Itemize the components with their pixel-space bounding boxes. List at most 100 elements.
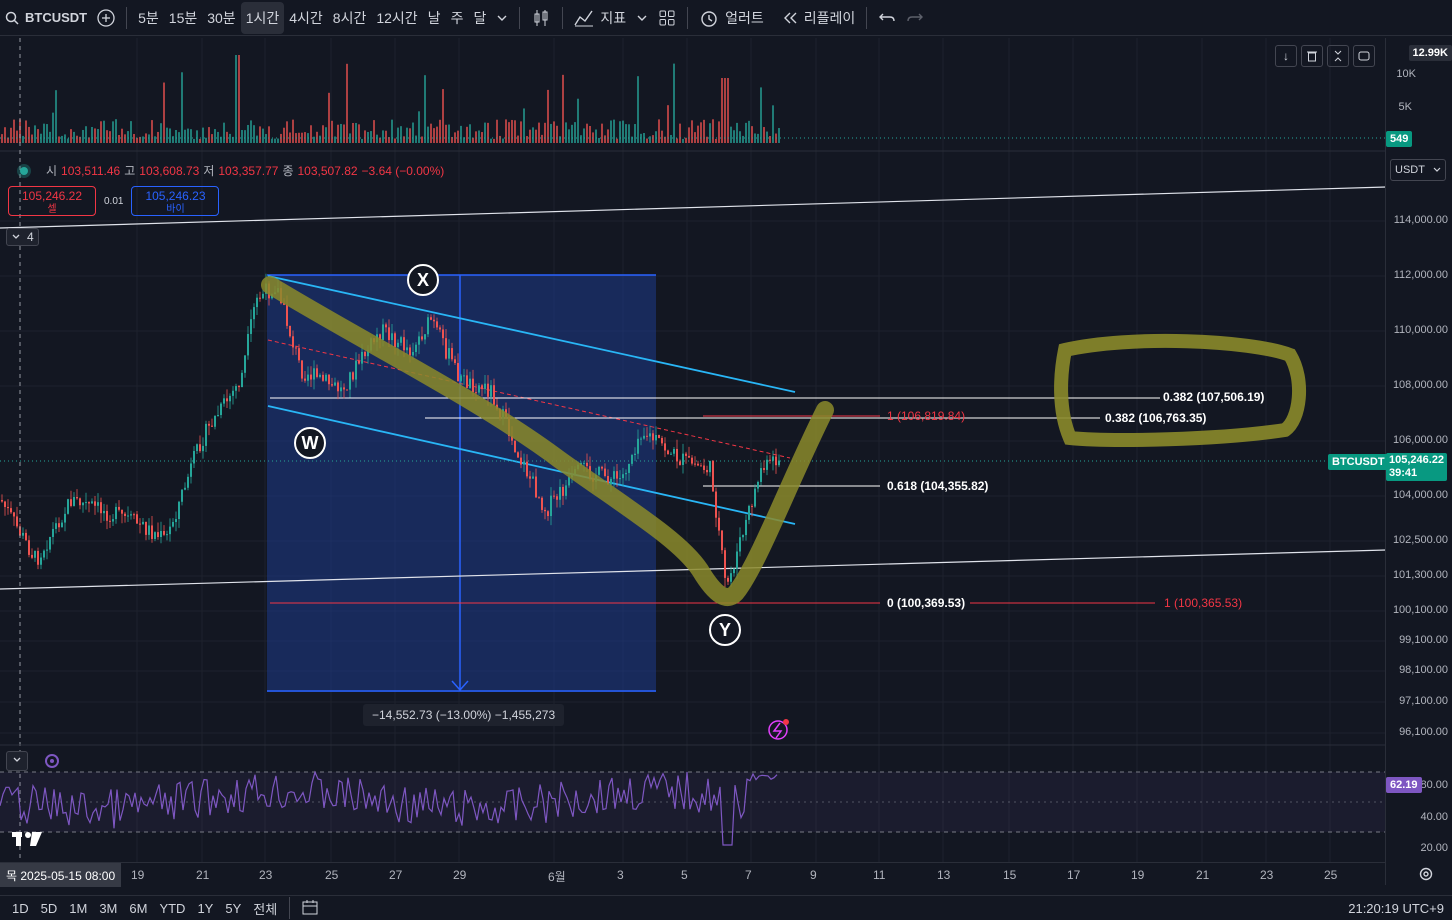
price-tick: 100,100.00	[1392, 604, 1448, 616]
time-tick: 7	[745, 868, 752, 882]
range-7[interactable]: 5Y	[219, 901, 247, 916]
high-label: 고	[124, 164, 136, 178]
top-toolbar: BTCUSDT 5분 15분 30분 1시간 4시간 8시간 12시간 날 주 달 지표	[0, 0, 1452, 36]
currency-label: USDT	[1395, 164, 1425, 176]
range-3[interactable]: 3M	[93, 901, 123, 916]
range-0[interactable]: 1D	[6, 901, 35, 916]
timeframe-9[interactable]: 달	[468, 0, 491, 36]
price-tick: 96,100.00	[1399, 726, 1448, 738]
indicators-icon	[574, 9, 594, 27]
low-label: 저	[203, 164, 215, 178]
price-tick: 98,100.00	[1399, 664, 1448, 676]
open-value: 103,511.46	[61, 163, 121, 178]
alert-button[interactable]: 얼러트	[694, 0, 769, 36]
low-value: 103,357.77	[218, 163, 279, 178]
redo-button[interactable]	[901, 0, 929, 36]
candles-icon	[531, 8, 551, 28]
undo-icon	[878, 11, 896, 25]
symbol-name: BTCUSDT	[25, 10, 88, 25]
measure-label: −14,552.73 (−13.00%) −1,455,273	[363, 704, 565, 726]
indicators-dropdown[interactable]	[631, 0, 653, 36]
time-axis[interactable]: 19 21 23 25 27 29 6월 3 5 7 9 11 13 15 17 19 21 23 25 목 202…	[0, 862, 1386, 888]
volume-max-tag: 12.99K	[1408, 45, 1452, 61]
divider	[562, 6, 564, 29]
range-8[interactable]: 전체	[247, 899, 283, 918]
fib-label-107506: 0.382 (107,506.19)	[1163, 390, 1265, 404]
open-label: 시	[46, 164, 58, 178]
legend-count: 4	[27, 230, 34, 244]
timeframe-6[interactable]: 12시간	[371, 0, 422, 36]
timeframe-8[interactable]: 주	[446, 0, 469, 36]
layout-button[interactable]	[653, 0, 681, 36]
time-tick: 25	[1324, 868, 1338, 882]
wave-label-x[interactable]: X	[407, 264, 439, 296]
trash-icon[interactable]	[1301, 45, 1323, 67]
current-price-value: 105,246.22	[1389, 454, 1445, 466]
price-axis[interactable]: 12.99K 10K 5K 549 USDT 114,000.00 112,000…	[1385, 38, 1452, 885]
price-tick: 104,000.00	[1392, 489, 1448, 501]
time-tick: 13	[937, 868, 951, 882]
current-price-tag: 105,246.22 39:41	[1386, 453, 1448, 481]
replay-button[interactable]: 리플레이	[777, 0, 861, 36]
range-2[interactable]: 1M	[63, 901, 93, 916]
timeframe-1[interactable]: 15분	[164, 0, 202, 36]
time-tick: 19	[131, 868, 145, 882]
fib-label-100369: 0 (100,369.53)	[887, 596, 966, 610]
undo-button[interactable]	[873, 0, 901, 36]
range-1[interactable]: 5D	[35, 901, 64, 916]
maximize-icon[interactable]	[1353, 45, 1375, 67]
timeframe-dropdown[interactable]	[491, 0, 513, 36]
legend-collapse-button[interactable]: 4	[6, 228, 39, 246]
wave-label-y[interactable]: Y	[709, 614, 741, 646]
chevron-down-icon	[12, 755, 22, 765]
volume-tick-5k: 5K	[1398, 101, 1412, 113]
sell-button[interactable]: 105,246.22 셀	[8, 186, 96, 216]
indicators-button[interactable]: 지표	[569, 0, 631, 36]
range-4[interactable]: 6M	[123, 901, 153, 916]
time-tick: 23	[259, 868, 273, 882]
pane-tools: ↓	[1275, 45, 1375, 67]
range-group: 1D 5D 1M 3M 6M YTD 1Y 5Y 전체	[0, 899, 283, 918]
redo-icon	[906, 11, 924, 25]
timeframe-0[interactable]: 5분	[133, 0, 164, 36]
symbol-price-tag: BTCUSDT	[1328, 454, 1389, 470]
rsi-current-tag: 62.19	[1386, 777, 1422, 793]
add-compare-button[interactable]	[92, 0, 120, 36]
chart-settings-icon[interactable]	[1418, 866, 1434, 885]
timeframe-5[interactable]: 8시간	[328, 0, 372, 36]
collapse-icon[interactable]	[1327, 45, 1349, 67]
chevron-down-icon	[1433, 166, 1441, 174]
buy-button[interactable]: 105,246.23 바이	[131, 186, 220, 216]
date-range-button[interactable]	[296, 899, 326, 918]
timeframe-3[interactable]: 1시간	[240, 1, 285, 34]
lightning-icon[interactable]	[768, 719, 789, 740]
replay-label: 리플레이	[803, 9, 856, 26]
volume-tick-10k: 10K	[1396, 68, 1416, 80]
chart-type-button[interactable]	[526, 0, 556, 36]
chevron-down-icon	[11, 232, 21, 242]
range-5[interactable]: YTD	[153, 901, 191, 916]
clock[interactable]: 21:20:19 UTC+9	[1348, 901, 1452, 916]
timeframe-7[interactable]: 날	[423, 0, 446, 36]
time-tick: 29	[453, 868, 467, 882]
price-tick: 102,500.00	[1392, 534, 1448, 546]
volume-bars	[1, 55, 780, 143]
timeframe-2[interactable]: 30분	[202, 0, 240, 36]
price-tick: 101,300.00	[1392, 569, 1448, 581]
rsi-settings-icon[interactable]	[44, 753, 60, 772]
rsi-collapse-button[interactable]	[6, 751, 28, 771]
symbol-search[interactable]: BTCUSDT	[0, 0, 92, 36]
sell-price: 105,246.22	[21, 189, 83, 203]
countdown-value: 39:41	[1389, 467, 1418, 479]
wave-label-w[interactable]: W	[294, 427, 326, 459]
range-6[interactable]: 1Y	[191, 901, 219, 916]
currency-select[interactable]: USDT	[1390, 159, 1446, 181]
chevron-down-icon	[496, 12, 508, 24]
crosshair-time-label: 목 2025-05-15 08:00	[0, 863, 122, 887]
time-tick: 17	[1067, 868, 1081, 882]
high-value: 103,608.73	[139, 163, 200, 178]
move-down-icon[interactable]: ↓	[1275, 45, 1297, 67]
divider	[519, 6, 521, 29]
timeframe-4[interactable]: 4시간	[284, 0, 328, 36]
rsi-tick-20: 20.00	[1420, 842, 1448, 854]
